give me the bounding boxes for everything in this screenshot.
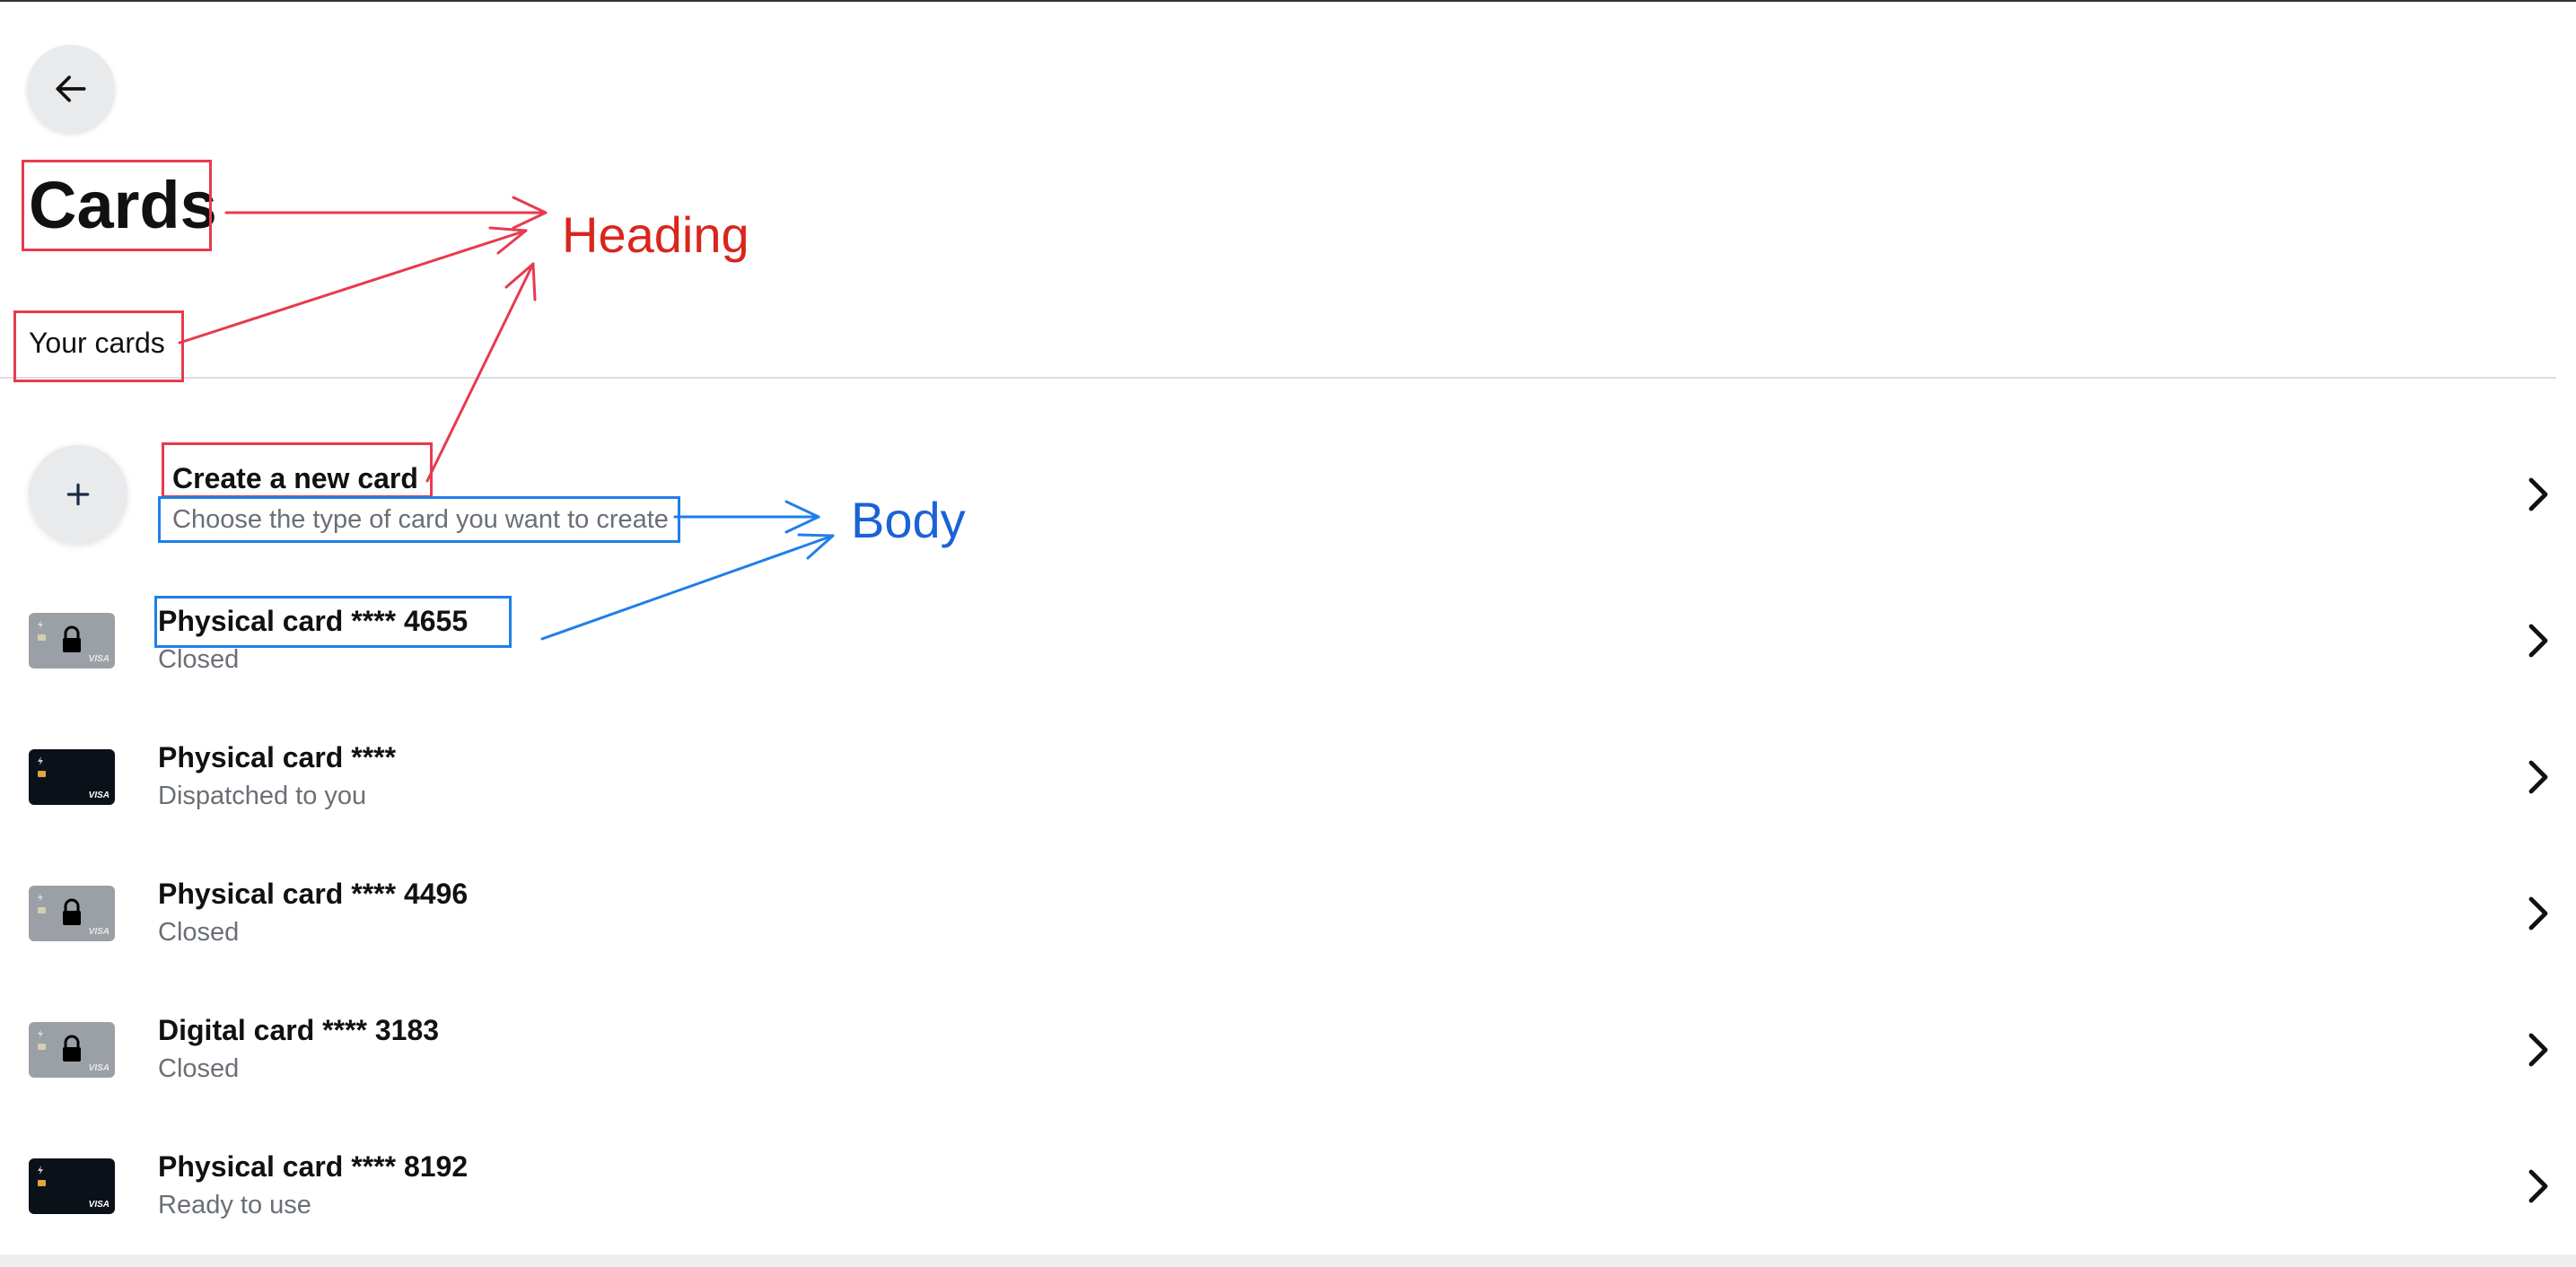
annotation-box-heading-section — [13, 310, 184, 382]
card-thumbnail: VISA — [29, 749, 115, 805]
chevron-right-icon — [2528, 896, 2548, 931]
lock-icon — [63, 625, 81, 652]
chevron-right-icon — [2528, 1033, 2548, 1067]
card-chip — [38, 634, 46, 641]
chevron-right-icon — [2528, 477, 2548, 511]
bolt-icon — [38, 1029, 43, 1038]
card-chip — [38, 771, 46, 777]
card-row[interactable]: VISA Physical card **** 8192 Ready to us… — [0, 1125, 2576, 1247]
card-status: Dispatched to you — [158, 782, 367, 810]
card-brand: VISA — [88, 1063, 110, 1073]
create-card-button[interactable] — [29, 445, 127, 544]
card-title: Physical card **** 8192 — [158, 1150, 469, 1183]
bolt-icon — [38, 893, 43, 902]
card-row[interactable]: VISA Physical card **** 4496 Closed — [0, 852, 2576, 974]
card-brand: VISA — [88, 791, 110, 800]
card-title: Physical card **** 4496 — [158, 878, 469, 910]
card-brand: VISA — [88, 654, 110, 664]
annotation-box-body-card — [154, 596, 512, 648]
annotation-label-heading: Heading — [562, 206, 749, 263]
window-top-border — [0, 0, 2576, 2]
back-button[interactable] — [27, 45, 115, 133]
card-thumbnail: VISA — [29, 1022, 115, 1078]
chevron-right-icon — [2528, 624, 2548, 658]
annotation-box-body-subtitle — [158, 496, 680, 543]
card-thumbnail: VISA — [29, 1158, 115, 1214]
plus-icon — [66, 483, 90, 506]
card-status: Closed — [158, 1054, 240, 1083]
arrow-left-icon — [56, 75, 86, 102]
card-title: Physical card **** — [158, 741, 397, 773]
card-status: Closed — [158, 918, 240, 947]
lock-icon — [63, 898, 81, 925]
card-title: Digital card **** 3183 — [158, 1014, 440, 1046]
card-brand: VISA — [88, 1200, 110, 1210]
annotation-box-heading-title — [22, 160, 212, 251]
card-thumbnail: VISA — [29, 613, 115, 668]
annotation-box-heading-create — [162, 442, 433, 498]
card-brand: VISA — [88, 927, 110, 937]
card-row[interactable]: VISA Digital card **** 3183 Closed — [0, 989, 2576, 1111]
chevron-right-icon — [2528, 760, 2548, 794]
bolt-icon — [38, 756, 43, 765]
card-chip — [38, 907, 46, 913]
card-status: Ready to use — [158, 1191, 311, 1219]
annotation-label-body: Body — [851, 492, 966, 548]
bolt-icon — [38, 1166, 43, 1175]
card-row[interactable]: VISA Physical card **** Dispatched to yo… — [0, 716, 2576, 838]
card-chip — [38, 1044, 46, 1050]
bottom-band — [0, 1254, 2576, 1267]
lock-icon — [63, 1035, 81, 1062]
card-chip — [38, 1180, 46, 1186]
bolt-icon — [38, 620, 43, 629]
chevron-right-icon — [2528, 1169, 2548, 1203]
card-thumbnail: VISA — [29, 886, 115, 941]
divider — [0, 377, 2556, 379]
